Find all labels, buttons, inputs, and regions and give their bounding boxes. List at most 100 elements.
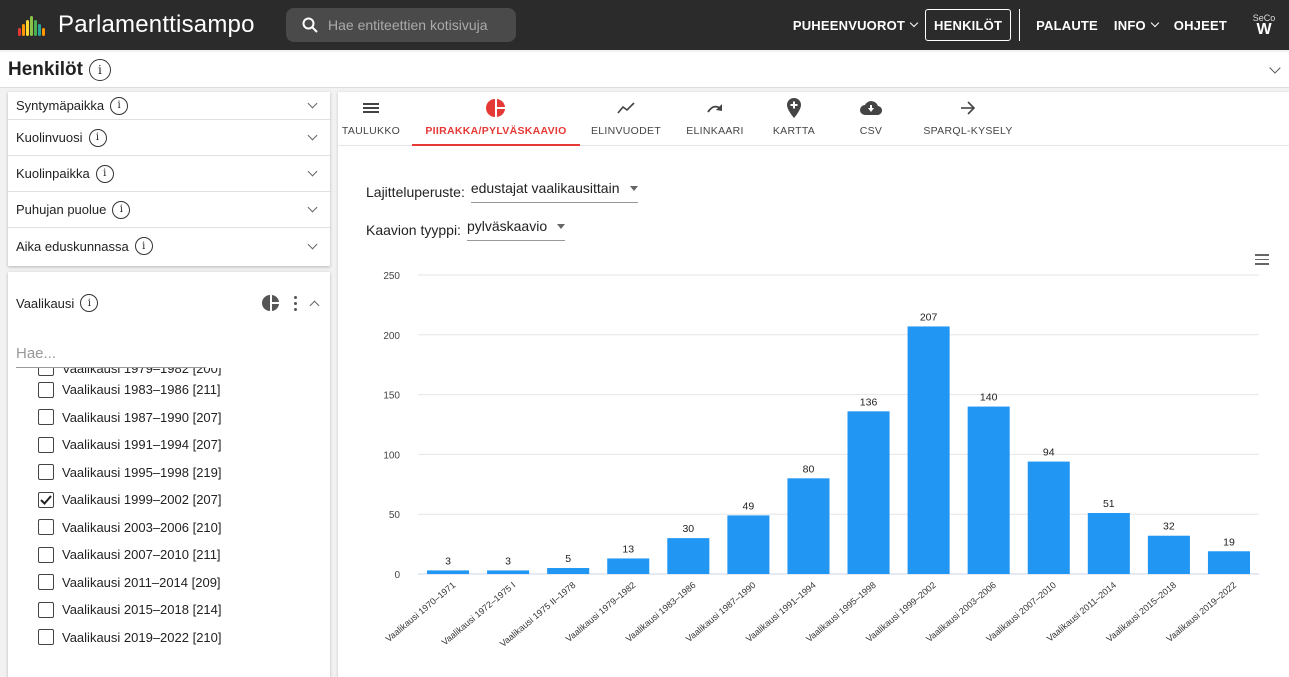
checkbox-checked[interactable] [38,491,54,508]
nav-ohjeet-label: OHJEET [1173,17,1227,33]
checkbox[interactable] [38,546,54,563]
facet-syntymapaikka[interactable]: Syntymäpaikka i [8,92,330,120]
list-item-label: Vaalikausi 2007–2010 [211] [62,547,221,563]
list-item[interactable]: Vaalikausi 2011–2014 [209] [8,569,330,597]
y-tick-label: 100 [383,450,400,461]
bar [427,570,470,574]
checkbox[interactable] [38,574,54,591]
list-item[interactable]: Vaalikausi 2003–2006 [210] [8,514,330,542]
list-item-label: Vaalikausi 2011–2014 [209] [62,574,221,590]
y-tick-label: 250 [383,271,400,282]
list-item-label: Vaalikausi 1991–1994 [207] [62,437,222,453]
bar [607,558,650,574]
nav-info-label: INFO [1113,17,1146,33]
bar [847,411,890,574]
facet-puhujan-puolue[interactable]: Puhujan puolue i [8,192,330,228]
search-icon [302,17,318,33]
nav-ohjeet[interactable]: OHJEET [1166,18,1235,33]
parliament-logo-icon [16,14,50,36]
facet-checkbox-list[interactable]: Vaalikausi 1979–1982 [200] Vaalikausi 19… [8,368,330,668]
top-app-bar: Parlamenttisampo PUHEENVUOROT HENKILÖT P… [0,0,1289,50]
bar [787,478,830,574]
more-vert-icon[interactable] [294,295,297,311]
list-item[interactable]: Vaalikausi 2019–2022 [210] [8,624,330,652]
chevron-down-icon[interactable] [1269,62,1281,74]
facet-label: Puhujan puolue [16,202,107,217]
page-title: Henkilöt [8,58,83,80]
app-title: Parlamenttisampo [58,11,255,38]
nav-palaute-label: PALAUTE [1036,17,1098,33]
data-label: 13 [622,543,634,555]
checkbox[interactable] [38,381,54,398]
list-item[interactable]: Vaalikausi 1987–1990 [207] [8,404,330,432]
facet-kuolinpaikka[interactable]: Kuolinpaikka i [8,156,330,192]
list-item[interactable]: Vaalikausi 1979–1982 [200] [8,368,330,376]
app-logo[interactable]: Parlamenttisampo [16,11,266,39]
list-item[interactable]: Vaalikausi 2007–2010 [211] [8,541,330,569]
data-label: 32 [1163,521,1175,533]
chevron-down-icon[interactable] [307,239,318,249]
list-item[interactable]: Vaalikausi 2015–2018 [214] [8,596,330,624]
chevron-up-icon[interactable] [309,300,320,310]
info-icon[interactable]: i [80,294,99,312]
info-icon[interactable]: i [88,128,107,147]
checkbox[interactable] [38,629,54,646]
data-label: 51 [1103,498,1115,510]
info-icon[interactable]: i [110,96,129,115]
facet-aika-eduskunnassa[interactable]: Aika eduskunnassa i [8,228,330,264]
facet-label: Syntymäpaikka [16,98,105,113]
bar [1207,551,1250,574]
seco-logo-mark: W [1256,21,1272,38]
data-label: 30 [682,523,694,535]
chevron-down-icon[interactable] [307,202,318,213]
seco-logo[interactable]: SeCo W [1239,0,1289,50]
checkbox[interactable] [38,368,54,376]
chevron-down-icon[interactable] [307,98,318,109]
facet-kuolinvuosi[interactable]: Kuolinvuosi i [8,120,330,156]
list-item[interactable]: Vaalikausi 1995–1998 [219] [8,459,330,487]
facet-search-input[interactable] [16,345,206,362]
list-item-label: Vaalikausi 2003–2006 [210] [62,519,222,535]
info-icon[interactable]: i [134,237,153,255]
facet-vaalikausi: Vaalikausi i Vaalikausi 1979–1982 [200] … [8,272,330,677]
nav-henkilot[interactable]: HENKILÖT [925,9,1012,41]
chevron-down-icon [909,18,919,28]
checkbox[interactable] [38,519,54,536]
list-item[interactable]: Vaalikausi 1999–2002 [207] [8,486,330,514]
nav-palaute[interactable]: PALAUTE [1028,18,1106,33]
entity-search[interactable] [286,8,516,42]
checkbox[interactable] [38,409,54,426]
facet-search[interactable] [16,340,206,368]
data-label: 207 [920,311,938,323]
data-label: 94 [1043,447,1055,459]
list-item[interactable]: Vaalikausi 1983–1986 [211] [8,376,330,404]
chevron-down-icon[interactable] [307,166,318,177]
bar [667,538,710,574]
info-icon[interactable]: i [88,58,111,81]
list-item-label: Vaalikausi 2015–2018 [214] [62,602,222,618]
nav-info[interactable]: INFO [1106,18,1166,33]
data-label: 80 [803,463,815,475]
y-tick-label: 200 [383,331,400,342]
list-item[interactable]: Vaalikausi 1991–1994 [207] [8,431,330,459]
nav-puheenvuorot[interactable]: PUHEENVUOROT [785,18,925,33]
list-item-label: Vaalikausi 1987–1990 [207] [62,409,222,425]
search-input[interactable] [328,17,508,33]
nav-puheenvuorot-label: PUHEENVUOROT [792,17,906,33]
bar-chart: 0501001502002503Vaalikausi 1970–19713Vaa… [383,271,1259,649]
bar [1147,535,1190,574]
chevron-down-icon[interactable] [307,130,318,141]
facet-label: Aika eduskunnassa [16,238,129,254]
bar [727,515,770,574]
checkbox[interactable] [38,601,54,618]
info-icon[interactable]: i [112,200,131,219]
y-tick-label: 0 [394,570,400,581]
data-label: 140 [980,392,998,404]
list-item-label: Vaalikausi 1983–1986 [211] [62,382,221,398]
pie-chart-icon[interactable] [262,294,280,312]
nav-henkilot-label: HENKILÖT [934,17,1003,33]
checkbox[interactable] [38,464,54,481]
info-icon[interactable]: i [95,164,114,183]
data-label: 19 [1223,536,1235,548]
checkbox[interactable] [38,436,54,453]
